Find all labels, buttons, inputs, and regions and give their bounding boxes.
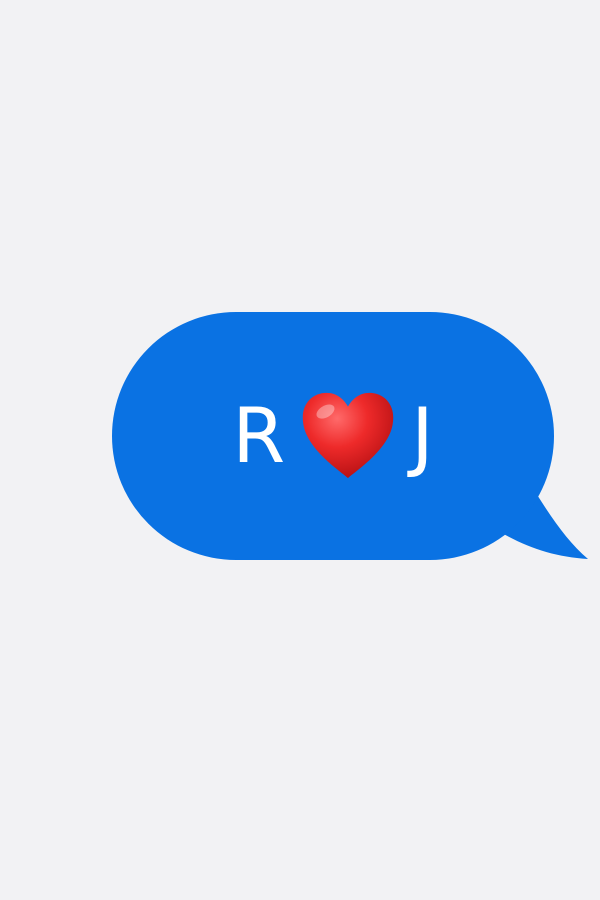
- second-initial: J: [411, 391, 434, 480]
- imessage-canvas: R J: [0, 0, 600, 900]
- first-initial: R: [232, 391, 286, 480]
- red-heart-icon: [302, 392, 394, 479]
- message-content: R J: [112, 312, 554, 560]
